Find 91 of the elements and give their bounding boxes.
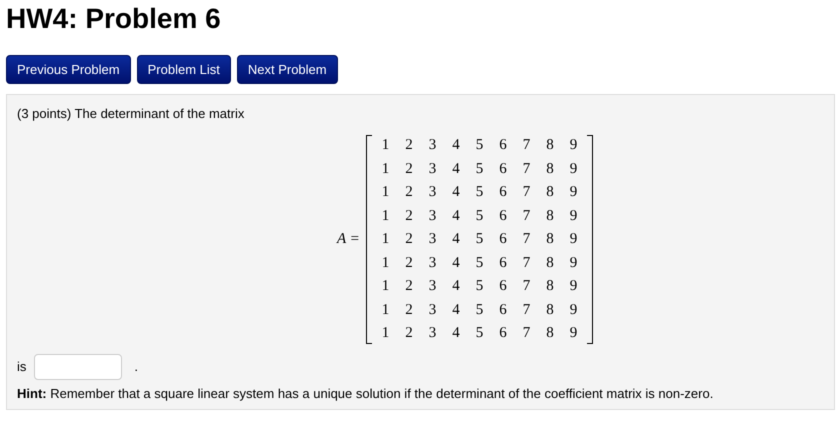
matrix-entry: 1 — [380, 136, 390, 154]
matrix-entry: 6 — [498, 254, 508, 272]
matrix-entry: 8 — [545, 160, 555, 178]
matrix-entry: 4 — [451, 300, 461, 319]
matrix-entry: 1 — [380, 300, 390, 319]
matrix-entry: 5 — [474, 324, 484, 342]
matrix-entry: 3 — [428, 206, 438, 225]
matrix-entry: 5 — [474, 206, 484, 225]
matrix-entry: 7 — [522, 324, 532, 342]
hint-text: Hint: Remember that a square linear system has a unique solution if the determinant of the coefficient matrix is non-zero. — [17, 386, 714, 400]
matrix-entry: 1 — [380, 160, 390, 178]
problem-text: (3 points) The determinant of the matrix — [17, 106, 246, 122]
matrix-entry: 5 — [474, 277, 484, 296]
matrix-entry: 3 — [428, 183, 438, 202]
page-title: HW4: Problem 6 — [6, 2, 222, 36]
matrix-entry: 3 — [428, 254, 438, 272]
matrix-entry: 2 — [404, 183, 414, 202]
matrix-entry: 8 — [545, 324, 555, 342]
matrix-entry: 1 — [380, 324, 390, 342]
nav-button[interactable]: Next Problem — [236, 55, 338, 84]
matrix-entry: 9 — [568, 254, 578, 272]
matrix-entry: 4 — [451, 254, 461, 272]
matrix-entry: 3 — [428, 300, 438, 319]
matrix-entry: 8 — [545, 136, 555, 154]
matrix-entry: 6 — [498, 300, 508, 319]
matrix-entry: 5 — [474, 183, 484, 202]
answer-suffix: . — [134, 359, 138, 374]
matrix-entry: 9 — [568, 230, 578, 248]
matrix-entry: 9 — [568, 324, 578, 342]
matrix-entry: 4 — [451, 277, 461, 296]
matrix-entry: 3 — [428, 230, 438, 248]
matrix-entry: 3 — [428, 277, 438, 296]
matrix-entry: 7 — [522, 230, 532, 248]
matrix-entry: 2 — [404, 160, 414, 178]
matrix-entry: 6 — [498, 160, 508, 178]
matrix-entry: 8 — [545, 300, 555, 319]
matrix-entry: 1 — [380, 230, 390, 248]
matrix-entry: 9 — [568, 136, 578, 154]
matrix-entry: 7 — [522, 300, 532, 319]
matrix-entry: 3 — [428, 160, 438, 178]
matrix-entry: 9 — [568, 160, 578, 178]
matrix-entry: 6 — [498, 324, 508, 342]
matrix-entry: 2 — [404, 324, 414, 342]
matrix-entry: 5 — [474, 160, 484, 178]
matrix-entry: 6 — [498, 206, 508, 225]
matrix-entry: 7 — [522, 206, 532, 225]
matrix-entry: 6 — [498, 277, 508, 296]
matrix-entry: 5 — [474, 230, 484, 248]
matrix-entry: 4 — [451, 183, 461, 202]
matrix-entry: 1 — [380, 254, 390, 272]
matrix-entry: 6 — [498, 230, 508, 248]
matrix-entry: 8 — [545, 206, 555, 225]
matrix-entry: 6 — [498, 136, 508, 154]
matrix-entry: 9 — [568, 277, 578, 296]
nav-button[interactable]: Problem List — [136, 55, 231, 84]
matrix-entry: 7 — [522, 277, 532, 296]
answer-field[interactable] — [34, 354, 122, 380]
matrix-entry: 4 — [451, 206, 461, 225]
matrix-entry: 9 — [568, 300, 578, 319]
answer-prefix: is — [17, 359, 26, 374]
matrix-entry: 1 — [380, 206, 390, 225]
matrix-entry: 7 — [522, 254, 532, 272]
matrix-entry: 8 — [545, 183, 555, 202]
matrix-entry: 4 — [451, 160, 461, 178]
matrix-entry: 5 — [474, 136, 484, 154]
matrix-entry: 2 — [404, 300, 414, 319]
matrix-entry: 4 — [451, 230, 461, 248]
matrix-entry: 1 — [380, 277, 390, 296]
matrix-entry: 1 — [380, 183, 390, 202]
matrix-label: A = — [337, 230, 360, 248]
matrix-entry: 2 — [404, 206, 414, 225]
matrix-entry: 7 — [522, 136, 532, 154]
matrix-entry: 3 — [428, 324, 438, 342]
nav-button[interactable]: Previous Problem — [6, 55, 131, 84]
matrix-entry: 8 — [545, 254, 555, 272]
matrix-entry: 2 — [404, 136, 414, 154]
matrix-entry: 8 — [545, 277, 555, 296]
matrix-entry: 4 — [451, 324, 461, 342]
matrix-entry: 9 — [568, 206, 578, 225]
matrix-entry: 7 — [522, 160, 532, 178]
matrix-entry: 5 — [474, 300, 484, 319]
matrix-entry: 9 — [568, 183, 578, 202]
matrix-entry: 2 — [404, 277, 414, 296]
matrix-entry: 5 — [474, 254, 484, 272]
matrix-entry: 8 — [545, 230, 555, 248]
matrix-entry: 3 — [428, 136, 438, 154]
matrix-entry: 4 — [451, 136, 461, 154]
matrix-entry: 2 — [404, 230, 414, 248]
matrix-entry: 7 — [522, 183, 532, 202]
matrix-entry: 6 — [498, 183, 508, 202]
matrix-entry: 2 — [404, 254, 414, 272]
